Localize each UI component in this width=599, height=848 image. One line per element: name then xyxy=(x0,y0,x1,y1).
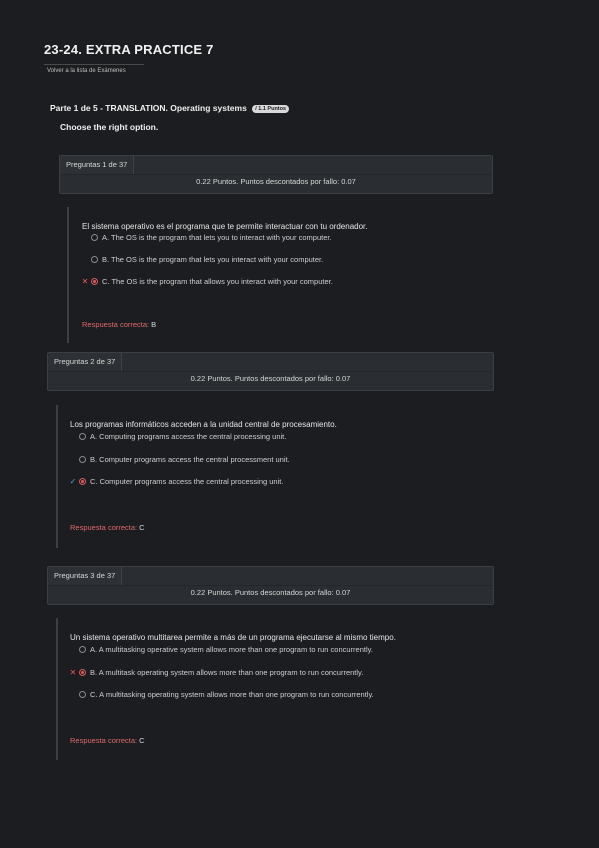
radio-icon[interactable] xyxy=(79,456,86,463)
question-3-label: Preguntas 3 de 37 xyxy=(48,567,123,585)
question-3-points: 0.22 Puntos. Puntos descontados por fall… xyxy=(190,588,351,597)
question-2-option-a[interactable]: • A. Computing programs access the centr… xyxy=(68,432,286,441)
radio-icon[interactable] xyxy=(79,433,86,440)
question-1-correct: Respuesta correcta: B xyxy=(82,320,157,329)
question-2-correct: Respuesta correcta: C xyxy=(70,523,145,532)
question-3-header: Preguntas 3 de 37 0.22 Puntos. Puntos de… xyxy=(47,566,494,605)
question-2-option-b[interactable]: • B. Computer programs access the centra… xyxy=(68,455,290,464)
question-2-points: 0.22 Puntos. Puntos descontados por fall… xyxy=(190,374,351,383)
question-1-option-c[interactable]: ✕ C. The OS is the program that allows y… xyxy=(80,277,333,286)
radio-selected-icon[interactable] xyxy=(79,669,86,676)
question-1-body: El sistema operativo es el programa que … xyxy=(67,207,489,343)
question-2-statement: Los programas informáticos acceden a la … xyxy=(70,420,337,429)
wrong-icon: ✕ xyxy=(81,277,89,286)
part-points-badge: / 1.1 Puntos xyxy=(252,105,290,113)
question-1-option-b[interactable]: • B. The OS is the program that lets you… xyxy=(80,255,323,264)
check-icon: ✓ xyxy=(69,477,77,486)
question-2-option-c[interactable]: ✓ C. Computer programs access the centra… xyxy=(68,477,284,486)
question-1-points: 0.22 Puntos. Puntos descontados por fall… xyxy=(196,177,356,186)
exam-title: 23-24. EXTRA PRACTICE 7 xyxy=(44,42,214,57)
question-3-correct: Respuesta correcta: C xyxy=(70,736,145,745)
radio-icon[interactable] xyxy=(79,646,86,653)
question-1-statement: El sistema operativo es el programa que … xyxy=(82,222,368,231)
question-3-option-c[interactable]: • C. A multitasking operating system all… xyxy=(68,690,374,699)
part-instruction: Choose the right option. xyxy=(60,122,159,132)
question-1-option-a[interactable]: • A. The OS is the program that lets you… xyxy=(80,233,332,242)
radio-icon[interactable] xyxy=(91,234,98,241)
question-2-body: Los programas informáticos acceden a la … xyxy=(56,405,488,548)
question-1-header: Preguntas 1 de 37 0.22 Puntos. Puntos de… xyxy=(59,155,493,194)
question-2-header: Preguntas 2 de 37 0.22 Puntos. Puntos de… xyxy=(47,352,494,391)
question-2-label: Preguntas 2 de 37 xyxy=(48,353,123,371)
radio-icon[interactable] xyxy=(91,256,98,263)
back-to-exams-link[interactable]: Volver a la lista de Exámenes xyxy=(47,68,126,74)
radio-icon[interactable] xyxy=(79,691,86,698)
wrong-icon: ✕ xyxy=(69,668,77,677)
question-3-body: Un sistema operativo multitarea permite … xyxy=(56,618,488,760)
question-1-label: Preguntas 1 de 37 xyxy=(60,156,135,174)
radio-selected-icon[interactable] xyxy=(79,478,86,485)
title-divider xyxy=(44,64,144,65)
radio-selected-icon[interactable] xyxy=(91,278,98,285)
part-header: Parte 1 de 5 - TRANSLATION. Operating sy… xyxy=(50,103,290,113)
question-3-option-a[interactable]: • A. A multitasking operative system all… xyxy=(68,645,373,654)
question-3-statement: Un sistema operativo multitarea permite … xyxy=(70,633,396,642)
question-3-option-b[interactable]: ✕ B. A multitask operating system allows… xyxy=(68,668,364,677)
part-title: Parte 1 de 5 - TRANSLATION. Operating sy… xyxy=(50,103,247,113)
